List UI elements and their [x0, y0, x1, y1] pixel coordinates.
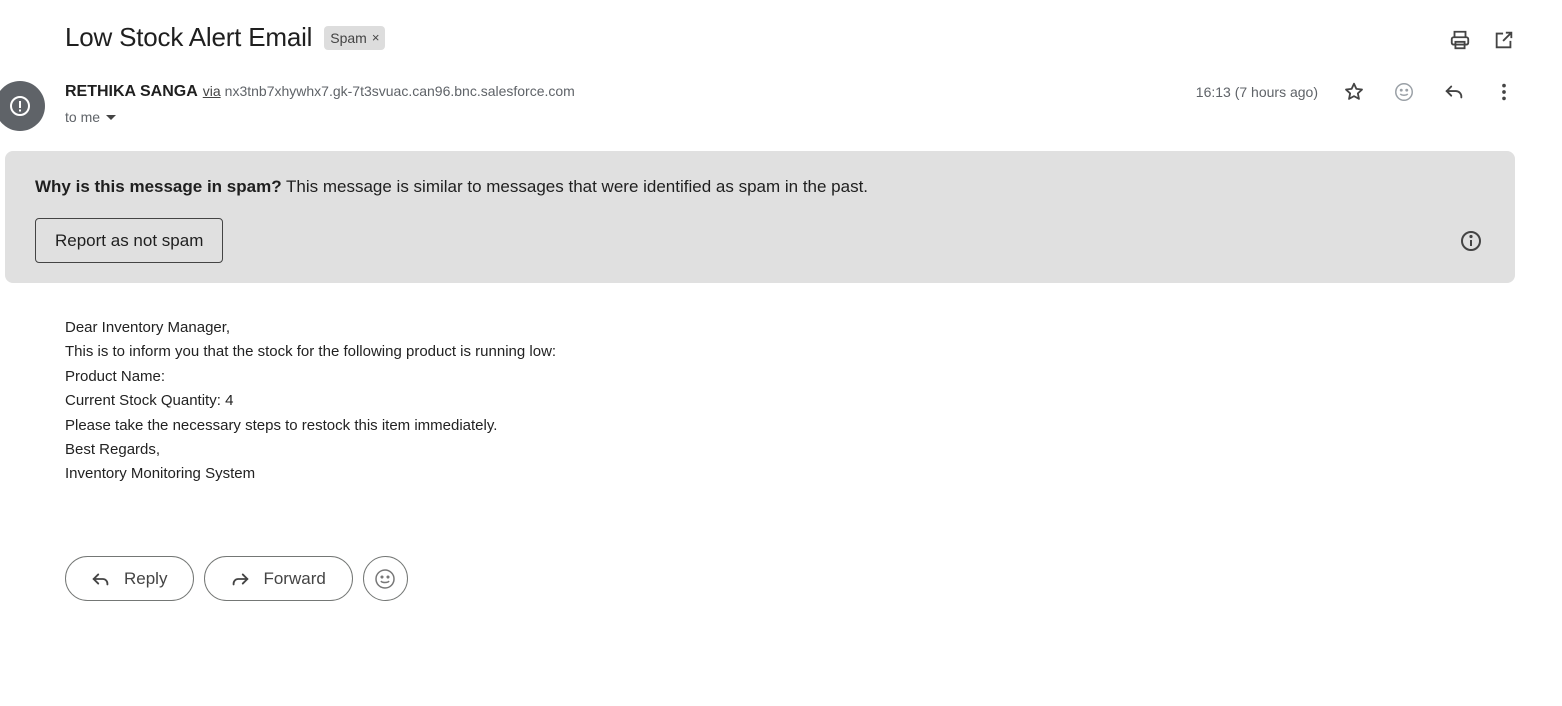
spam-label-chip: Spam ×	[324, 25, 386, 50]
forward-button[interactable]: Forward	[204, 556, 353, 601]
forward-button-label: Forward	[263, 568, 326, 588]
forward-icon	[233, 573, 250, 585]
spam-warning-banner: Why is this message in spam? This messag…	[5, 151, 1515, 283]
via-link[interactable]: via	[203, 83, 221, 99]
sender-domain: nx3tnb7xhywhx7.gk-7t3svuac.can96.bnc.sal…	[224, 83, 575, 99]
reply-button[interactable]: Reply	[65, 556, 195, 601]
sender-name[interactable]: RETHIKA SANGA	[65, 83, 198, 101]
body-line: Dear Inventory Manager,	[65, 319, 231, 336]
show-details-chevron-icon[interactable]	[106, 114, 117, 120]
report-not-spam-button[interactable]: Report as not spam	[35, 218, 224, 263]
body-line: Please take the necessary steps to resto…	[65, 416, 498, 434]
print-icon[interactable]	[1448, 28, 1472, 52]
body-line: Best Regards,	[65, 441, 161, 459]
sender-row: RETHIKA SANGA via nx3tnb7xhywhx7.gk-7t3s…	[65, 83, 575, 101]
email-subject: Low Stock Alert Email	[65, 22, 313, 52]
info-icon[interactable]	[1459, 229, 1483, 253]
timestamp: 16:13 (7 hours ago)	[1195, 84, 1318, 100]
sender-avatar[interactable]	[0, 81, 45, 131]
bottom-actions: Reply Forward	[65, 556, 408, 601]
spam-reason-text: This message is similar to messages that…	[281, 177, 869, 196]
remove-label-button[interactable]: ×	[372, 30, 380, 45]
body-line: Inventory Monitoring System	[65, 465, 256, 483]
emoji-reaction-icon[interactable]	[1392, 80, 1416, 104]
reply-button-label: Reply	[124, 568, 168, 588]
body-line: Current Stock Quantity: 4	[65, 392, 234, 410]
add-reaction-button[interactable]	[362, 556, 408, 601]
spam-label-text: Spam	[330, 29, 367, 46]
spam-reason-title: Why is this message in spam?	[35, 177, 282, 196]
body-line: Product Name:	[65, 367, 170, 385]
message-meta: 16:13 (7 hours ago)	[1196, 80, 1516, 104]
recipient-text: to me	[65, 109, 101, 125]
reply-icon	[92, 573, 109, 585]
spam-warning-icon	[10, 96, 30, 116]
more-vert-icon[interactable]	[1492, 80, 1516, 104]
recipient-row: to me	[65, 109, 117, 125]
reply-icon[interactable]	[1442, 80, 1466, 104]
email-body: Dear Inventory Manager, This is to infor…	[65, 316, 556, 487]
body-line: This is to inform you that the stock for…	[65, 343, 557, 361]
emoji-icon	[375, 568, 396, 589]
subject-header: Low Stock Alert Email Spam ×	[65, 22, 386, 53]
open-in-new-window-icon[interactable]	[1492, 28, 1516, 52]
spam-reason: Why is this message in spam? This messag…	[35, 177, 868, 197]
top-actions	[1448, 28, 1516, 52]
message-actions	[1342, 80, 1516, 104]
star-icon[interactable]	[1342, 80, 1366, 104]
